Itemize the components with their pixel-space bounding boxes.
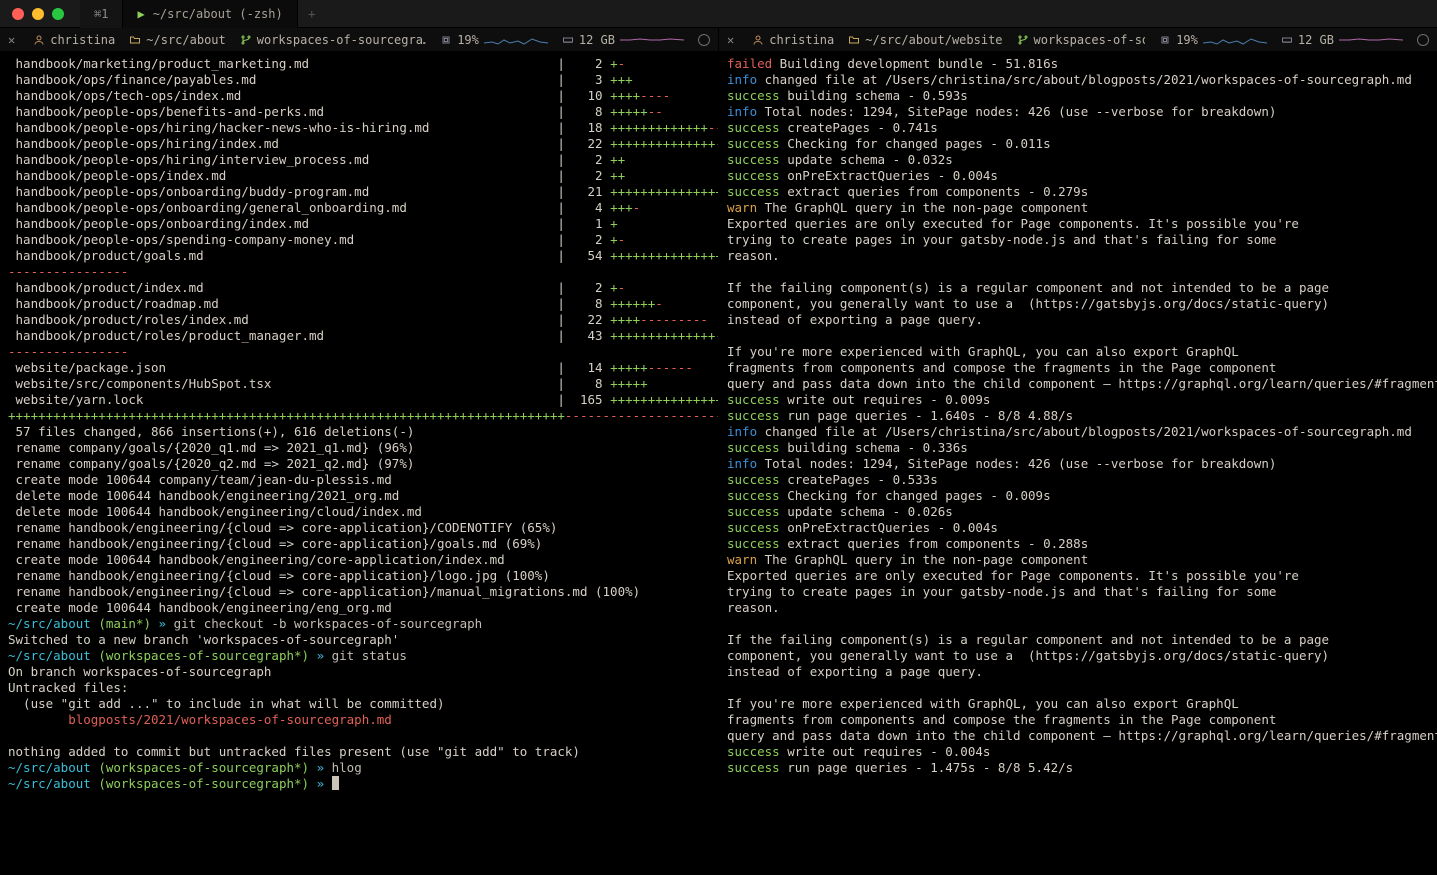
cwd-label: ~/src/about/website xyxy=(865,32,1002,48)
status-indicator xyxy=(1417,34,1429,46)
branch-name: workspaces-of-so… xyxy=(1034,32,1146,48)
zoom-window[interactable] xyxy=(52,8,64,20)
folder-icon xyxy=(848,34,860,46)
cwd-label: ~/src/about xyxy=(146,32,225,48)
cpu-pct: 19% xyxy=(1176,32,1198,48)
right-pane: ✕ christina ~/src/about/website workspac… xyxy=(719,28,1437,875)
tab-icon: ▶ xyxy=(137,6,144,22)
branch-name: workspaces-of-sourcegra… xyxy=(257,32,426,48)
left-terminal[interactable]: handbook/marketing/product_marketing.md … xyxy=(0,52,718,875)
right-terminal[interactable]: failed Building development bundle - 51.… xyxy=(719,52,1437,875)
mem-label: 12 GB xyxy=(579,32,615,48)
mem-sparkline xyxy=(620,34,684,46)
mem-icon xyxy=(1281,34,1293,46)
mem-icon xyxy=(562,34,574,46)
cpu-icon xyxy=(1159,34,1171,46)
cpu-icon xyxy=(440,34,452,46)
user-icon xyxy=(33,34,45,46)
window-controls xyxy=(0,8,76,20)
minimize-window[interactable] xyxy=(32,8,44,20)
mem-sparkline xyxy=(1339,34,1403,46)
close-window[interactable] xyxy=(12,8,24,20)
user-icon xyxy=(752,34,764,46)
status-indicator xyxy=(698,34,710,46)
tab-strip: ⌘1 ▶ ~/src/about (-zsh) xyxy=(80,0,298,28)
cursor xyxy=(332,776,339,790)
tab-icon: ⌘1 xyxy=(94,6,108,22)
window-tab[interactable]: ▶ ~/src/about (-zsh) xyxy=(123,0,297,28)
right-statusbar: ✕ christina ~/src/about/website workspac… xyxy=(719,28,1437,52)
titlebar: ⌘1 ▶ ~/src/about (-zsh) + xyxy=(0,0,1437,28)
new-tab-button[interactable]: + xyxy=(298,6,326,22)
folder-icon xyxy=(129,34,141,46)
left-statusbar: ✕ christina ~/src/about workspaces-of-so… xyxy=(0,28,718,52)
tab-label: ~/src/about (-zsh) xyxy=(153,6,283,22)
close-pane-icon[interactable]: ✕ xyxy=(8,32,19,48)
cpu-pct: 19% xyxy=(457,32,479,48)
branch-icon xyxy=(240,34,252,46)
mem-label: 12 GB xyxy=(1298,32,1334,48)
user-name: christina xyxy=(50,32,115,48)
window-tab[interactable]: ⌘1 xyxy=(80,0,123,28)
left-pane: ✕ christina ~/src/about workspaces-of-so… xyxy=(0,28,719,875)
branch-icon xyxy=(1017,34,1029,46)
user-name: christina xyxy=(769,32,834,48)
cpu-sparkline xyxy=(484,34,548,46)
cpu-sparkline xyxy=(1203,34,1267,46)
close-pane-icon[interactable]: ✕ xyxy=(727,32,738,48)
